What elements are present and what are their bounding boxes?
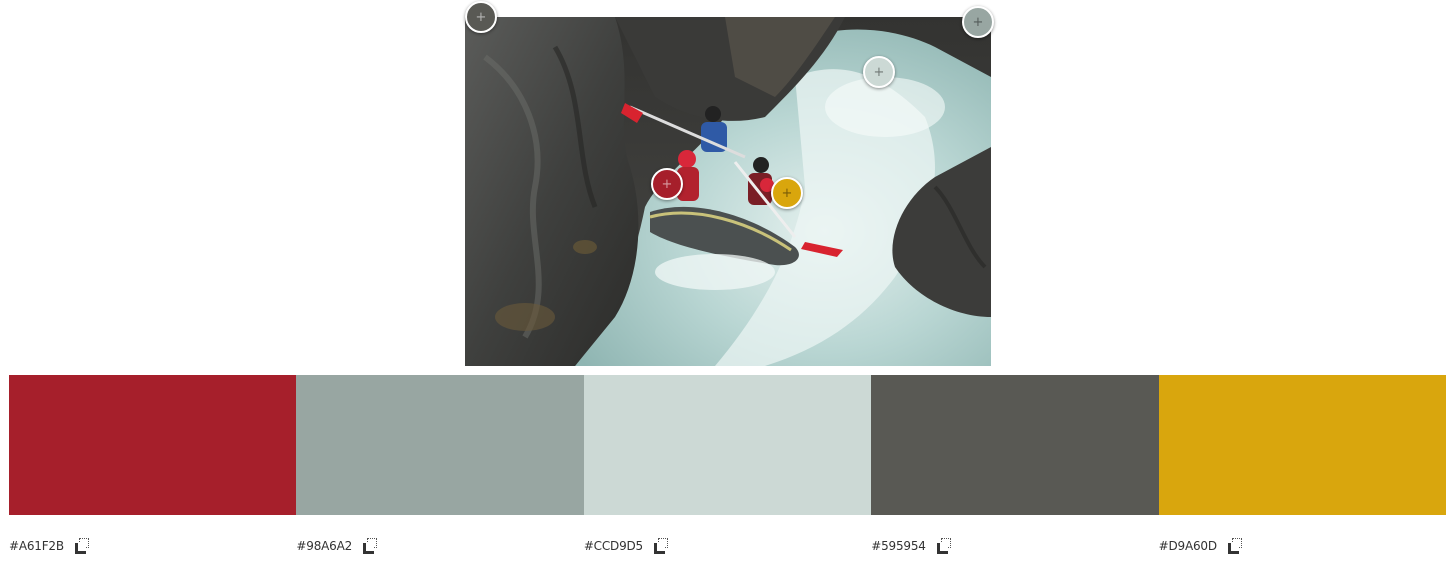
palette-label-gray: #98A6A2	[296, 535, 583, 557]
color-marker-red[interactable]: +	[651, 168, 683, 200]
plus-icon: +	[781, 185, 793, 201]
palette-swatches	[9, 375, 1447, 515]
source-photo	[465, 17, 991, 366]
palette-extractor: + + + + + #A61F2B #98A6A2 #CCD9D5 #59595…	[0, 0, 1456, 566]
color-marker-gray[interactable]: +	[962, 6, 994, 38]
hex-code[interactable]: #CCD9D5	[584, 539, 643, 553]
palette-label-yellow: #D9A60D	[1159, 535, 1446, 557]
color-marker-dark-gray[interactable]: +	[465, 1, 497, 33]
palette-label-red: #A61F2B	[9, 535, 296, 557]
plus-icon: +	[972, 14, 984, 30]
swatch-red[interactable]	[9, 375, 297, 515]
copy-icon[interactable]	[936, 538, 952, 554]
hex-code[interactable]: #A61F2B	[9, 539, 64, 553]
hex-code[interactable]: #595954	[871, 539, 926, 553]
hex-code[interactable]: #D9A60D	[1159, 539, 1217, 553]
plus-icon: +	[661, 176, 673, 192]
swatch-dark-gray[interactable]	[871, 375, 1159, 515]
palette-label-dark-gray: #595954	[871, 535, 1158, 557]
palette-labels: #A61F2B #98A6A2 #CCD9D5 #595954 #D9A60D	[9, 535, 1446, 557]
swatch-light-gray[interactable]	[583, 375, 872, 515]
hex-code[interactable]: #98A6A2	[296, 539, 352, 553]
copy-icon[interactable]	[362, 538, 378, 554]
swatch-gray[interactable]	[296, 375, 584, 515]
plus-icon: +	[475, 9, 487, 25]
color-marker-yellow[interactable]: +	[771, 177, 803, 209]
copy-icon[interactable]	[1227, 538, 1243, 554]
copy-icon[interactable]	[74, 538, 90, 554]
color-marker-light-gray[interactable]: +	[863, 56, 895, 88]
plus-icon: +	[873, 64, 885, 80]
copy-icon[interactable]	[653, 538, 669, 554]
palette-label-light-gray: #CCD9D5	[584, 535, 871, 557]
rafting-photo-illustration	[465, 17, 991, 366]
swatch-yellow[interactable]	[1158, 375, 1447, 515]
